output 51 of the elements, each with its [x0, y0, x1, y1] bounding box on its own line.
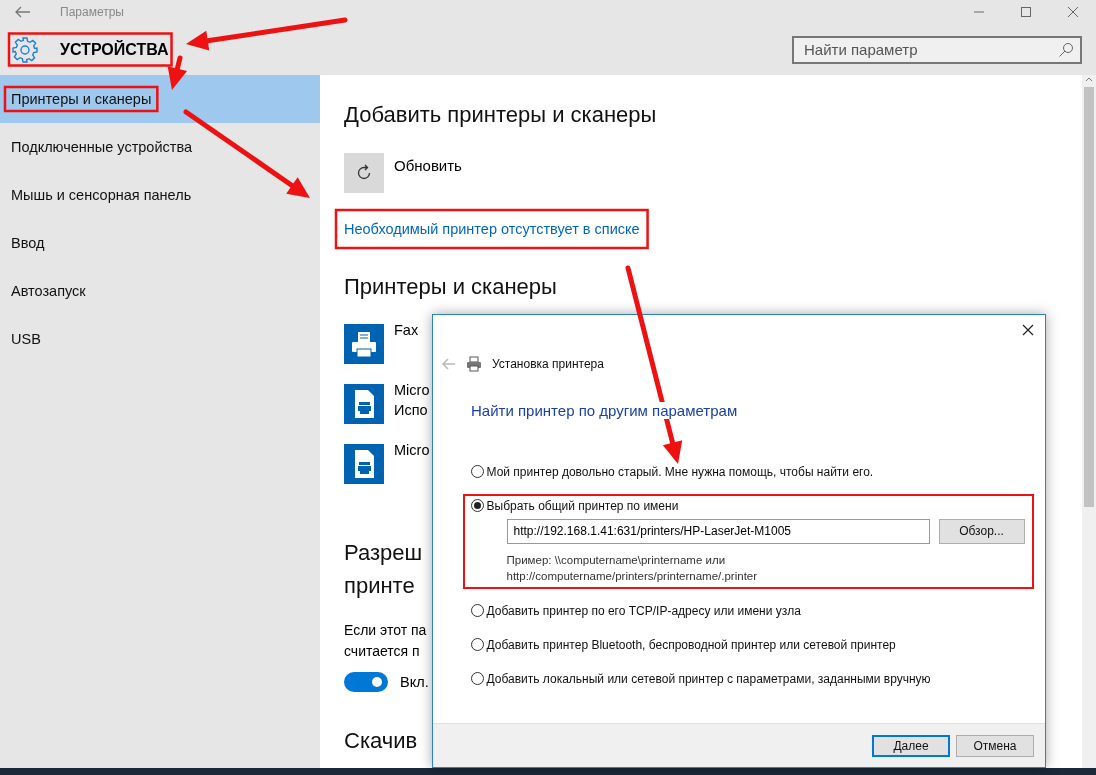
- window-title: Параметры: [60, 5, 124, 19]
- printer-icon: [344, 324, 384, 364]
- refresh-button[interactable]: [344, 153, 384, 193]
- dialog-button[interactable]: Далее: [872, 734, 950, 757]
- radio-button[interactable]: [470, 604, 484, 617]
- printer-name: Fax: [394, 321, 419, 340]
- refresh-label: Обновить: [394, 157, 462, 174]
- section-heading: Добавить принтеры и сканеры: [344, 102, 657, 128]
- refresh-icon: [355, 164, 373, 182]
- dialog-title: Установка принтера: [492, 357, 604, 371]
- option-label[interactable]: Мой принтер довольно старый. Мне нужна помощь, чтобы найти его.: [486, 464, 874, 479]
- description-text: Если этот па считается п: [344, 621, 427, 661]
- sidebar-item[interactable]: Мышь и сенсорная панель: [0, 171, 320, 219]
- option-label[interactable]: Добавить локальный или сетевой принтер с параметрами, заданными вручную: [486, 671, 931, 686]
- annotation-arrow: [167, 55, 188, 90]
- search-icon[interactable]: [1058, 41, 1074, 58]
- dialog-heading: Найти принтер по другим параметрам: [471, 402, 738, 419]
- section-heading: Принтеры и сканеры: [344, 274, 557, 300]
- page-title: УСТРОЙСТВА: [60, 40, 169, 59]
- document-printer-icon: [344, 444, 384, 484]
- scrollbar-thumb[interactable]: [1084, 87, 1094, 507]
- back-arrow-icon[interactable]: [15, 6, 31, 18]
- printer-icon: [466, 356, 482, 372]
- sidebar-item[interactable]: USB: [0, 315, 320, 363]
- settings-icon: [12, 36, 38, 63]
- option-label[interactable]: Добавить принтер по его TCP/IP-адресу или имени узла: [486, 603, 801, 618]
- sidebar-item[interactable]: Автозапуск: [0, 267, 320, 315]
- sidebar-item[interactable]: Принтеры и сканеры: [0, 75, 320, 123]
- radio-button[interactable]: [470, 499, 484, 512]
- close-icon[interactable]: [1022, 324, 1034, 336]
- option-label[interactable]: Выбрать общий принтер по имени: [486, 498, 679, 513]
- missing-printer-link[interactable]: Необходимый принтер отсутствует в списке: [344, 221, 640, 237]
- scrollbar[interactable]: [1082, 75, 1096, 768]
- toggle-switch[interactable]: [344, 672, 388, 692]
- option-label[interactable]: Добавить принтер Bluetooth, беспроводной принтер или сетевой принтер: [486, 637, 896, 652]
- sidebar-item[interactable]: Ввод: [0, 219, 320, 267]
- search-field[interactable]: Найти параметр: [792, 35, 1082, 64]
- sidebar-item[interactable]: Подключенные устройства: [0, 123, 320, 171]
- radio-button[interactable]: [470, 465, 484, 478]
- address-field[interactable]: http://192.168.1.41:631/printers/HP-LaserJet-M1005: [506, 518, 930, 544]
- printer-name: Micro: [394, 441, 430, 460]
- toggle-label: Вкл.: [400, 674, 429, 690]
- radio-button[interactable]: [470, 638, 484, 651]
- section-heading: Разреш принте: [344, 539, 423, 600]
- dialog-button[interactable]: Отмена: [956, 734, 1034, 757]
- printer-name: Micro Испо: [394, 381, 430, 420]
- browse-button[interactable]: Обзор...: [938, 518, 1025, 544]
- hint-text: Пример: \\computername\printername или http://computername/printers/printername/.printer: [505, 552, 759, 584]
- radio-button[interactable]: [470, 672, 484, 685]
- section-heading: Скачив: [344, 728, 418, 754]
- document-printer-icon: [344, 384, 384, 424]
